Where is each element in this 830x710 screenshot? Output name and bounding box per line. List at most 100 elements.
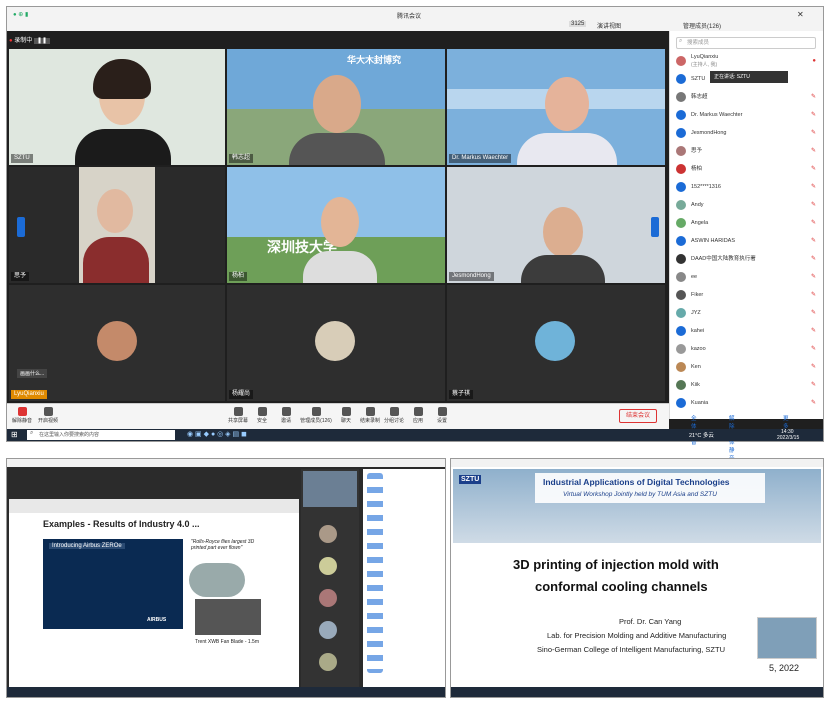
- chat-button[interactable]: 聊天: [335, 407, 357, 424]
- participant-row[interactable]: kazoo ✎: [676, 341, 818, 357]
- speaking-tooltip: 正在讲话: SZTU: [710, 71, 788, 83]
- next-page-button[interactable]: [651, 217, 659, 237]
- video-tile[interactable]: Dr. Markus Waechter: [447, 49, 665, 165]
- participant-row[interactable]: JYZ ✎: [676, 305, 818, 321]
- meeting-controls: 解除静音 开启视频 共享屏幕 安全 邀请 管理成员(126) 聊天 结束录制 分…: [7, 403, 789, 462]
- prev-page-button[interactable]: [17, 217, 25, 237]
- mic-muted-icon[interactable]: ✎: [811, 179, 816, 195]
- participants-title[interactable]: 管理成员(126): [683, 21, 721, 30]
- participant-row[interactable]: 韩志超 ✎: [676, 89, 818, 105]
- meeting-window: 腾讯会议 ● ⊕ ▮ 3125 演讲视图 管理成员(126) ✕ ● 录制中 ❚…: [6, 6, 824, 462]
- tile-name: 韩志超: [229, 154, 254, 163]
- mic-muted-icon[interactable]: ✎: [811, 341, 816, 357]
- close-icon[interactable]: ✕: [797, 10, 804, 19]
- invite-icon: [281, 407, 291, 416]
- mic-muted-icon[interactable]: ✎: [811, 161, 816, 177]
- participant-row[interactable]: Dr. Markus Waechter ✎: [676, 107, 818, 123]
- participant-row[interactable]: Angela ✎: [676, 215, 818, 231]
- mic-muted-icon[interactable]: ✎: [811, 215, 816, 231]
- mic-muted-icon[interactable]: ✎: [811, 107, 816, 123]
- video-tile[interactable]: 思予: [9, 167, 225, 283]
- participant-row[interactable]: Kuania ✎: [676, 395, 818, 411]
- windows-start-icon[interactable]: ⊞: [11, 430, 18, 439]
- video-tile[interactable]: 华大木封博究 韩志超: [227, 49, 445, 165]
- header-title: Industrial Applications of Digital Techn…: [543, 477, 730, 487]
- invite-button[interactable]: 邀请: [275, 407, 297, 424]
- mic-icon[interactable]: ●: [812, 53, 816, 69]
- share-screen-button[interactable]: 共享屏幕: [227, 407, 249, 424]
- record-icon: [365, 407, 375, 416]
- participant-row[interactable]: LyuQianxiu (主持人, 我) ●: [676, 53, 818, 69]
- mic-muted-icon[interactable]: ✎: [811, 287, 816, 303]
- breakout-button[interactable]: 分组讨论: [383, 407, 405, 424]
- participant-row[interactable]: JesmondHong ✎: [676, 125, 818, 141]
- video-tile[interactable]: 杨耀尚: [227, 285, 445, 401]
- mic-muted-icon[interactable]: ✎: [811, 251, 816, 267]
- video-button[interactable]: 开启视频: [37, 407, 59, 424]
- video-tile[interactable]: 画画什么... LyuQianxiu: [9, 285, 225, 401]
- os-taskbar: ⊞ 在这里输入你要搜索的内容 ⌕ ◉ ▣ ◆ ● ◎ ◈ ▤ ◼ 21°C 多云…: [7, 429, 823, 441]
- participant-row[interactable]: ee ✎: [676, 269, 818, 285]
- participant-row[interactable]: Ken ✎: [676, 359, 818, 375]
- view-toggle[interactable]: 演讲视图: [597, 21, 621, 30]
- search-icon: ⌕: [679, 38, 683, 44]
- date-text: 5, 2022: [769, 663, 800, 673]
- video-tile[interactable]: SZTU: [9, 49, 225, 165]
- tile-name: 思予: [11, 272, 30, 281]
- mic-muted-icon[interactable]: ✎: [811, 125, 816, 141]
- speaker-video[interactable]: [757, 617, 817, 659]
- tile-overlay-text: 画画什么...: [17, 369, 48, 378]
- stop-recording-button[interactable]: 结束录制: [359, 407, 381, 424]
- resolution-badge: 3125: [569, 21, 587, 27]
- participant-row[interactable]: kahei ✎: [676, 323, 818, 339]
- participant-row[interactable]: DAAD中国大陆教育执行署 ✎: [676, 251, 818, 267]
- mic-muted-icon[interactable]: ✎: [811, 377, 816, 393]
- video-tile[interactable]: 蔡子祺: [447, 285, 665, 401]
- apps-button[interactable]: 应用: [407, 407, 429, 424]
- video-tile[interactable]: 深圳技大学 杨柏: [227, 167, 445, 283]
- video-tile[interactable]: JesmondHong: [447, 167, 665, 283]
- search-icon: ⌕: [30, 430, 34, 436]
- security-button[interactable]: 安全: [251, 407, 273, 424]
- avatar: [535, 321, 575, 361]
- mic-muted-icon[interactable]: ✎: [811, 395, 816, 411]
- participant-row[interactable]: Andy ✎: [676, 197, 818, 213]
- slide-title-line2: conformal cooling channels: [535, 579, 708, 594]
- mic-icon: [17, 407, 27, 416]
- participant-row[interactable]: ASWIN HARIDAS ✎: [676, 233, 818, 249]
- recording-indicator[interactable]: ● 录制中 ❚❚: [9, 35, 69, 47]
- settings-button[interactable]: 设置: [431, 407, 453, 424]
- participant-row[interactable]: Kiik ✎: [676, 377, 818, 393]
- fan-blade-image: [195, 599, 261, 635]
- shield-icon: [257, 407, 267, 416]
- taskbar-apps[interactable]: ◉ ▣ ◆ ● ◎ ◈ ▤ ◼: [187, 430, 247, 438]
- more-button[interactable]: 更多: [783, 414, 789, 430]
- participant-row[interactable]: Fiker ✎: [676, 287, 818, 303]
- participant-row[interactable]: 思予 ✎: [676, 143, 818, 159]
- end-meeting-button[interactable]: 结束会议: [619, 409, 657, 423]
- video-strip: [301, 469, 359, 695]
- mic-muted-icon[interactable]: ✎: [811, 89, 816, 105]
- unmute-button[interactable]: 解除静音: [11, 407, 33, 424]
- manage-participants-button[interactable]: 管理成员(126): [299, 407, 333, 424]
- participant-row[interactable]: 杨柏 ✎: [676, 161, 818, 177]
- tile-name: 蔡子祺: [449, 390, 474, 399]
- engine-image: [189, 563, 245, 597]
- mic-muted-icon[interactable]: ✎: [811, 233, 816, 249]
- lab-name: Lab. for Precision Molding and Additive …: [547, 631, 727, 640]
- participant-row[interactable]: 152****1316 ✎: [676, 179, 818, 195]
- mic-muted-icon[interactable]: ✎: [811, 323, 816, 339]
- slide-header: SZTU Industrial Applications of Digital …: [453, 469, 821, 543]
- search-input[interactable]: 搜索成员: [676, 37, 816, 49]
- mic-muted-icon[interactable]: ✎: [811, 197, 816, 213]
- mic-muted-icon[interactable]: ✎: [811, 305, 816, 321]
- sztu-logo: SZTU: [459, 475, 482, 484]
- tile-name: 杨柏: [229, 272, 248, 281]
- pause-icon[interactable]: ❚❚: [33, 38, 51, 44]
- mic-muted-icon[interactable]: ✎: [811, 269, 816, 285]
- mic-muted-icon[interactable]: ✎: [811, 143, 816, 159]
- pdf-toolbar: [9, 499, 299, 513]
- taskbar-search[interactable]: 在这里输入你要搜索的内容: [27, 430, 175, 440]
- mic-muted-icon[interactable]: ✎: [811, 359, 816, 375]
- tile-name: LyuQianxiu: [11, 390, 47, 399]
